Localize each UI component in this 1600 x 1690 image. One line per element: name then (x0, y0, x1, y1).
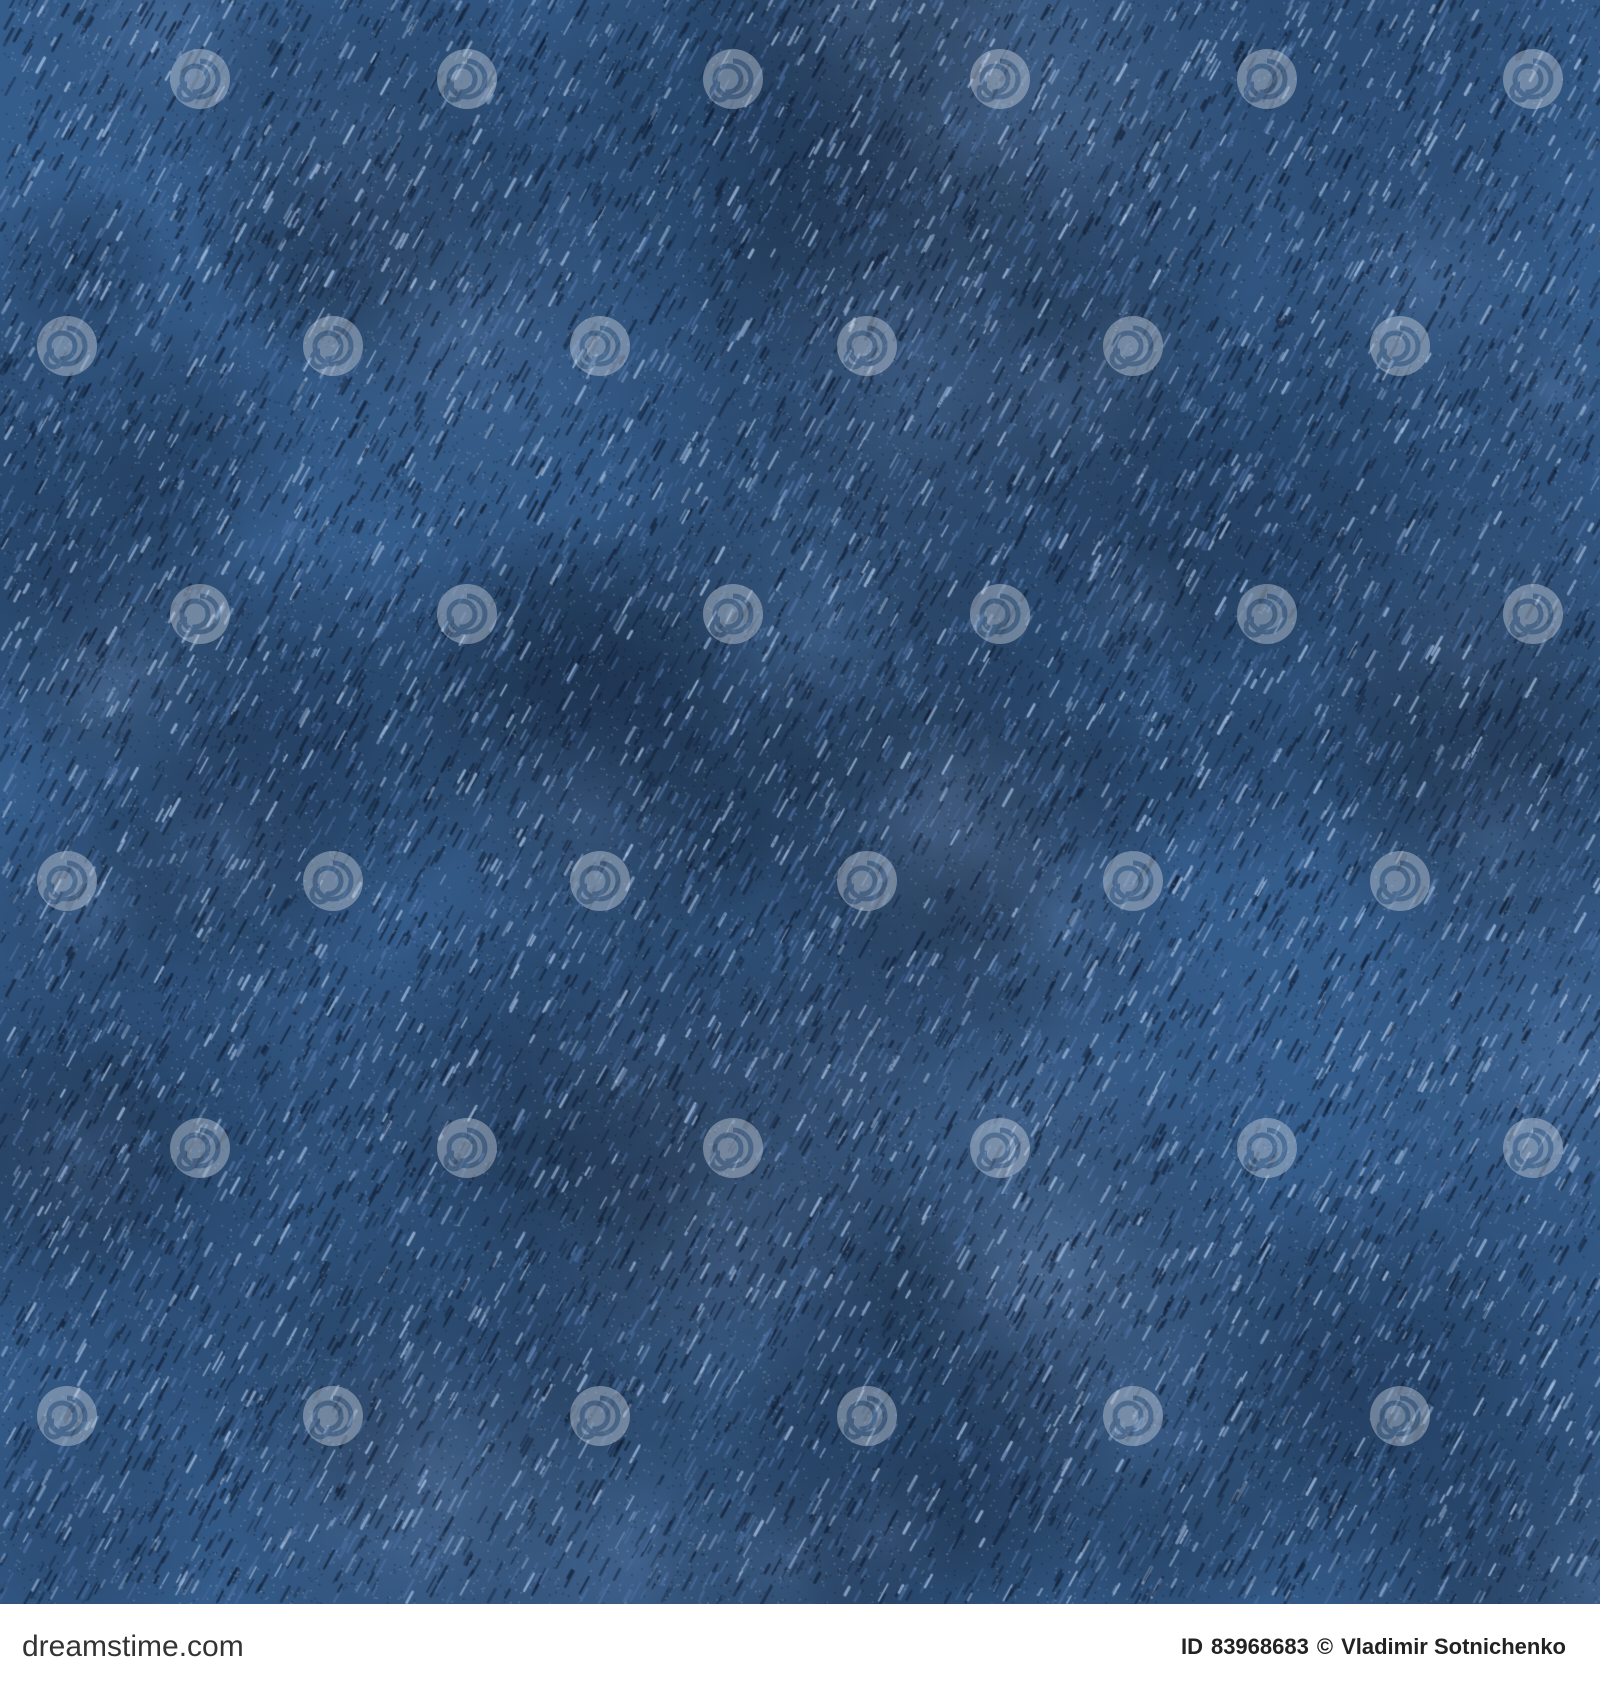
swirl-watermark-icon (31, 310, 103, 382)
swirl-watermark-icon (964, 1112, 1036, 1184)
dreamstime-logo-icon: dreamstime.com (22, 1630, 244, 1663)
stock-photo-page: dreamstime.com ID 83968683 © Vladimir Sotni… (0, 0, 1600, 1690)
swirl-watermark-icon (697, 578, 769, 650)
swirl-watermark-icon (1097, 1380, 1169, 1452)
swirl-watermark-icon (1497, 43, 1569, 115)
swirl-watermark-icon (831, 845, 903, 917)
copyright-symbol: © (1316, 1634, 1334, 1659)
swirl-watermark-icon (1231, 1112, 1303, 1184)
image-id-label: ID (1180, 1634, 1203, 1659)
swirl-watermark-icon (1364, 310, 1436, 382)
swirl-watermark-icon (164, 578, 236, 650)
swirl-watermark-icon (1231, 578, 1303, 650)
swirl-watermark-icon (31, 845, 103, 917)
swirl-watermark-icon (564, 1380, 636, 1452)
swirl-watermark-icon (164, 1112, 236, 1184)
denim-texture-photo (0, 0, 1600, 1604)
swirl-watermark-icon (1231, 43, 1303, 115)
image-credit: ID 83968683 © Vladimir Sotnichenko (1181, 1632, 1566, 1662)
swirl-watermark-icon (964, 43, 1036, 115)
swirl-watermark-icon (164, 43, 236, 115)
swirl-watermark-icon (564, 845, 636, 917)
swirl-watermark-icon (831, 1380, 903, 1452)
swirl-watermark-icon (964, 578, 1036, 650)
swirl-watermark-icon (431, 1112, 503, 1184)
swirl-watermark-icon (697, 1112, 769, 1184)
watermark-grid (0, 0, 1600, 1604)
swirl-watermark-icon (1364, 1380, 1436, 1452)
swirl-watermark-icon (431, 578, 503, 650)
swirl-watermark-icon (1497, 1112, 1569, 1184)
swirl-watermark-icon (431, 43, 503, 115)
swirl-watermark-icon (697, 43, 769, 115)
author-name: Vladimir Sotnichenko (1341, 1634, 1566, 1659)
swirl-watermark-icon (564, 310, 636, 382)
image-id-value: 83968683 (1210, 1634, 1309, 1659)
photo-credit-footer: dreamstime.com ID 83968683 © Vladimir Sotni… (0, 1604, 1600, 1690)
swirl-watermark-icon (1097, 310, 1169, 382)
swirl-watermark-icon (297, 845, 369, 917)
swirl-watermark-icon (31, 1380, 103, 1452)
swirl-watermark-icon (297, 1380, 369, 1452)
swirl-watermark-icon (1097, 845, 1169, 917)
swirl-watermark-icon (1364, 845, 1436, 917)
dreamstime-logo: dreamstime.com (18, 1622, 294, 1670)
swirl-watermark-icon (831, 310, 903, 382)
swirl-watermark-icon (297, 310, 369, 382)
brand-text: dreamstime.com (22, 1630, 244, 1663)
swirl-watermark-icon (1497, 578, 1569, 650)
